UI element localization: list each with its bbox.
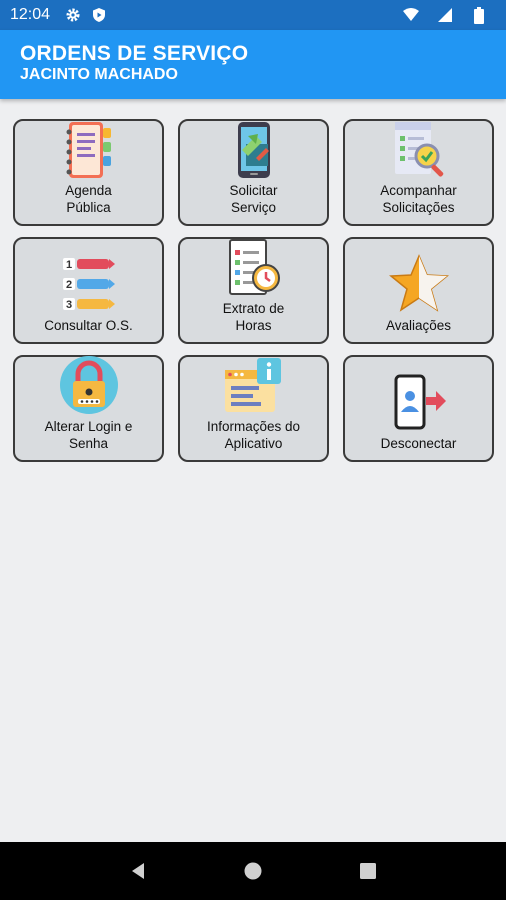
menu-item-label: Avaliações [385, 318, 452, 333]
info-window-icon [223, 356, 285, 416]
battery-icon [470, 6, 488, 24]
menu-item-avaliacoes[interactable]: Avaliações [343, 237, 494, 344]
svg-text:3: 3 [65, 299, 71, 311]
shield-play-icon [90, 6, 108, 24]
wifi-icon [402, 6, 420, 24]
status-time: 12:04 [10, 6, 51, 23]
menu-item-label: Informações do Aplicativo [206, 419, 301, 451]
page-title: ORDENS DE SERVIÇO [20, 42, 249, 65]
menu-item-consultar-os[interactable]: 1 2 3 Consultar O.S. [13, 237, 164, 344]
signal-icon [436, 6, 454, 24]
numbered-list-icon: 1 2 3 [58, 253, 120, 315]
timesheet-icon [223, 238, 285, 298]
menu-item-solicitar-servico[interactable]: Solicitar Serviço [178, 119, 329, 226]
notebook-icon [58, 120, 120, 180]
phone-request-icon [223, 120, 285, 180]
menu-item-agenda-publica[interactable]: Agenda Pública [13, 119, 164, 226]
svg-text:2: 2 [65, 279, 71, 291]
menu-item-label: Desconectar [380, 436, 457, 451]
home-icon[interactable] [241, 859, 265, 883]
app-bar: ORDENS DE SERVIÇO JACINTO MACHADO [0, 30, 506, 99]
menu-item-label: Acompanhar Solicitações [380, 183, 457, 215]
svg-text:1: 1 [65, 259, 71, 271]
menu-item-label: Extrato de Horas [222, 301, 285, 333]
menu-item-extrato-de-horas[interactable]: Extrato de Horas [178, 237, 329, 344]
back-icon[interactable] [126, 859, 150, 883]
status-bar: 12:04 [0, 0, 506, 30]
logout-icon [388, 371, 450, 433]
gear-icon [64, 6, 82, 24]
menu-item-alterar-login-senha[interactable]: Alterar Login e Senha [13, 355, 164, 462]
star-icon [388, 253, 450, 315]
system-nav-bar [0, 842, 506, 900]
menu-grid: Agenda Pública Solicitar Serviço Acompan… [13, 119, 495, 462]
menu-item-label: Alterar Login e Senha [44, 419, 133, 451]
recents-icon[interactable] [356, 859, 380, 883]
page-subtitle: JACINTO MACHADO [20, 66, 178, 83]
menu-item-label: Solicitar Serviço [229, 183, 278, 215]
menu-item-label: Consultar O.S. [44, 318, 133, 333]
menu-item-label: Agenda Pública [65, 183, 112, 215]
checklist-search-icon [388, 120, 450, 180]
padlock-icon [58, 354, 120, 416]
menu-item-informacoes-aplicativo[interactable]: Informações do Aplicativo [178, 355, 329, 462]
menu-item-acompanhar-solicitacoes[interactable]: Acompanhar Solicitações [343, 119, 494, 226]
menu-item-desconectar[interactable]: Desconectar [343, 355, 494, 462]
